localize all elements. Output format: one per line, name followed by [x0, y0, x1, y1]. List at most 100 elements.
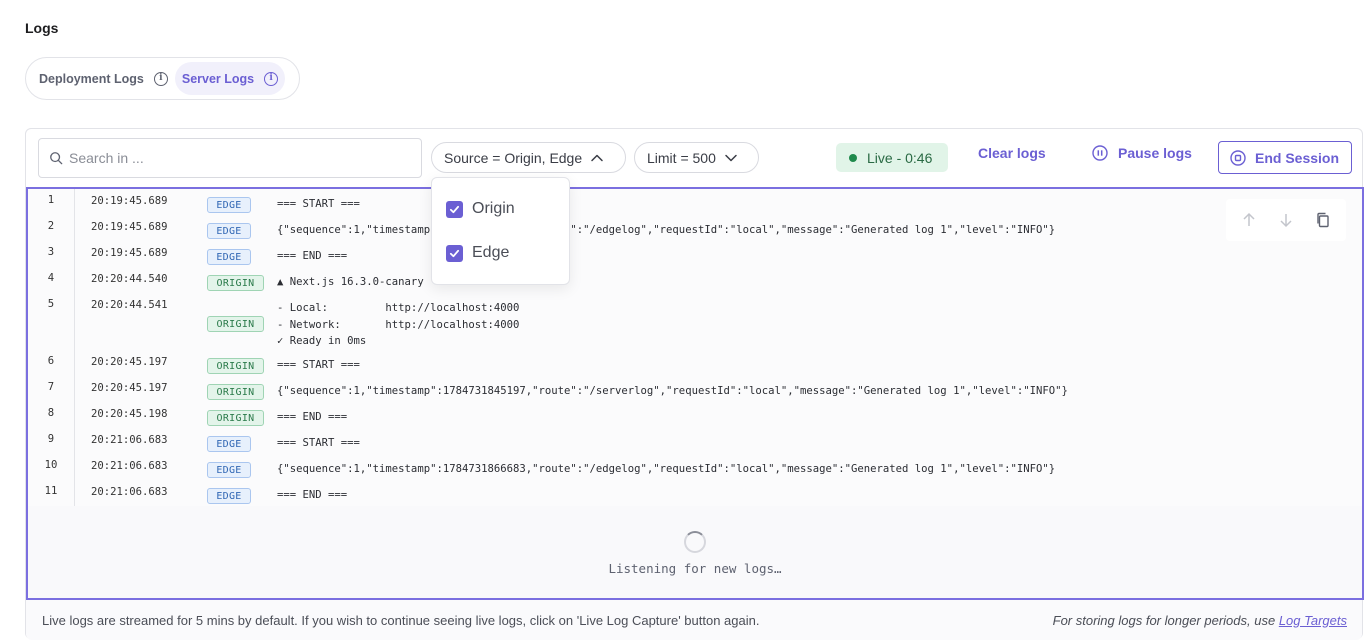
logs-panel: Source = Origin, Edge Limit = 500 Live -…	[25, 128, 1364, 640]
log-message: === END ===	[277, 250, 348, 262]
logs-footer: Live logs are streamed for 5 mins by def…	[26, 600, 1362, 640]
edge-source-tag: EDGE	[207, 197, 251, 213]
log-timestamp: 20:20:45.198	[91, 408, 168, 420]
log-timestamp: 20:20:45.197	[91, 356, 168, 368]
line-number: 2	[47, 220, 55, 232]
line-number: 8	[47, 407, 55, 419]
copy-icon[interactable]	[1315, 212, 1331, 228]
log-row[interactable]: 8 20:20:45.198 ORIGIN === END ===	[28, 405, 1362, 431]
log-timestamp: 20:19:45.689	[91, 221, 168, 233]
checkbox-checked-icon[interactable]	[446, 244, 463, 262]
stop-icon	[1230, 149, 1246, 166]
log-row[interactable]: 3 20:19:45.689 EDGE === END ===	[28, 244, 1362, 270]
pause-logs-label: Pause logs	[1118, 145, 1192, 161]
live-dot-icon	[849, 153, 857, 162]
info-icon[interactable]: i	[153, 71, 168, 86]
tab-deployment-logs[interactable]: Deployment Logs i	[32, 62, 175, 95]
source-filter-button[interactable]: Source = Origin, Edge	[431, 142, 626, 173]
log-message: === END ===	[277, 489, 348, 501]
search-input[interactable]	[69, 150, 399, 166]
edge-source-tag: EDGE	[207, 488, 251, 504]
log-timestamp: 20:19:45.689	[91, 247, 168, 259]
log-message: === START ===	[277, 198, 360, 210]
log-nav-controls	[1226, 199, 1346, 241]
log-timestamp: 20:21:06.683	[91, 486, 168, 498]
log-message: {"sequence":1,"timestamp":1784731845197,…	[277, 385, 1068, 397]
origin-source-tag: ORIGIN	[207, 275, 264, 291]
log-targets-link[interactable]: Log Targets	[1279, 613, 1347, 628]
log-message: - Local: http://localhost:4000 - Network…	[277, 302, 520, 347]
log-timestamp: 20:20:44.540	[91, 273, 168, 285]
line-number: 5	[47, 298, 55, 310]
source-option-edge[interactable]: Edge	[446, 244, 509, 262]
line-number: 11	[44, 485, 58, 497]
loading-spinner-icon	[684, 531, 706, 553]
log-row[interactable]: 2 20:19:45.689 EDGE {"sequence":1,"timestam…	[28, 218, 1362, 244]
page-title: Logs	[25, 20, 59, 36]
line-number: 6	[47, 355, 55, 367]
footer-storage-note: For storing logs for longer periods, use…	[1053, 613, 1347, 628]
search-box	[38, 138, 422, 178]
log-row[interactable]: 5 20:20:44.541 ORIGIN - Local: http://local…	[28, 296, 1362, 353]
pause-icon	[1092, 145, 1108, 161]
log-type-tabs: Deployment Logs i Server Logs i	[25, 57, 300, 100]
log-timestamp: 20:21:06.683	[91, 434, 168, 446]
end-session-button[interactable]: End Session	[1218, 141, 1352, 174]
end-session-label: End Session	[1255, 149, 1340, 166]
line-number: 4	[47, 272, 55, 284]
origin-source-tag: ORIGIN	[207, 316, 264, 332]
log-row[interactable]: 6 20:20:45.197 ORIGIN === START ===	[28, 353, 1362, 379]
live-status-badge: Live - 0:46	[836, 143, 948, 172]
footer-info-text: Live logs are streamed for 5 mins by def…	[42, 612, 760, 628]
log-timestamp: 20:20:45.197	[91, 382, 168, 394]
chevron-down-icon	[725, 154, 737, 161]
limit-filter-label: Limit = 500	[647, 149, 716, 166]
log-row[interactable]: 4 20:20:44.540 ORIGIN ▲ Next.js 16.3.0-cana…	[28, 270, 1362, 296]
origin-source-tag: ORIGIN	[207, 384, 264, 400]
line-number: 1	[47, 194, 55, 206]
log-message: === END ===	[277, 411, 348, 423]
log-timestamp: 20:20:44.541	[91, 299, 168, 311]
arrow-up-icon[interactable]	[1241, 212, 1257, 228]
tab-server-logs[interactable]: Server Logs i	[174, 62, 286, 95]
log-message: {"sequence":1,"timestamp":1784731785689,…	[277, 224, 1056, 236]
log-row[interactable]: 9 20:21:06.683 EDGE === START ===	[28, 431, 1362, 457]
source-option-label: Origin	[472, 200, 515, 217]
line-number: 3	[47, 246, 55, 258]
checkbox-checked-icon[interactable]	[446, 200, 463, 218]
source-filter-label: Source = Origin, Edge	[444, 149, 583, 166]
line-number: 9	[47, 433, 55, 445]
footer-storage-text: For storing logs for longer periods, use	[1052, 612, 1279, 628]
source-option-origin[interactable]: Origin	[446, 200, 515, 218]
log-timestamp: 20:19:45.689	[91, 195, 168, 207]
info-icon[interactable]: i	[264, 71, 279, 86]
arrow-down-icon[interactable]	[1278, 212, 1294, 228]
limit-filter-button[interactable]: Limit = 500	[634, 142, 759, 173]
log-row[interactable]: 7 20:20:45.197 ORIGIN {"sequence":1,"timest…	[28, 379, 1362, 405]
log-message: {"sequence":1,"timestamp":1784731866683,…	[277, 463, 1056, 475]
pause-logs-button[interactable]: Pause logs	[1092, 145, 1192, 161]
log-viewer[interactable]: 1 20:19:45.689 EDGE === START === 2 20:19:45.…	[26, 187, 1364, 600]
origin-source-tag: ORIGIN	[207, 358, 264, 374]
log-row[interactable]: 10 20:21:06.683 EDGE {"sequence":1,"timesta…	[28, 457, 1362, 483]
log-message: ▲ Next.js 16.3.0-canary	[277, 276, 424, 288]
live-status-text: Live - 0:46	[867, 149, 933, 166]
log-timestamp: 20:21:06.683	[91, 460, 168, 472]
source-filter-dropdown: Origin Edge	[431, 177, 570, 285]
chevron-up-icon	[591, 154, 603, 161]
edge-source-tag: EDGE	[207, 249, 251, 265]
log-row[interactable]: 1 20:19:45.689 EDGE === START ===	[28, 192, 1362, 218]
search-icon	[50, 152, 63, 165]
tab-label: Server Logs	[181, 71, 255, 86]
edge-source-tag: EDGE	[207, 462, 251, 478]
source-option-label: Edge	[472, 244, 510, 261]
log-message: === START ===	[277, 359, 360, 371]
line-number: 7	[47, 381, 55, 393]
log-message: === START ===	[277, 437, 360, 449]
tab-label: Deployment Logs	[39, 71, 144, 86]
origin-source-tag: ORIGIN	[207, 410, 264, 426]
clear-logs-button[interactable]: Clear logs	[978, 145, 1046, 161]
edge-source-tag: EDGE	[207, 223, 251, 239]
logs-toolbar: Source = Origin, Edge Limit = 500 Live -…	[26, 129, 1362, 187]
log-row[interactable]: 11 20:21:06.683 EDGE === END ===	[28, 483, 1362, 509]
